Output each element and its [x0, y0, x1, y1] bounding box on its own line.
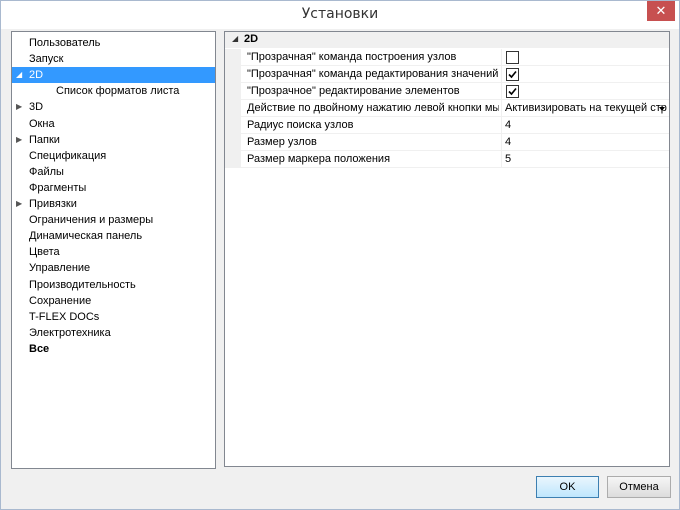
tree-item-label: Папки: [29, 133, 60, 146]
tree-item-label: Запуск: [29, 53, 64, 66]
tree-item[interactable]: ▶ Привязки: [12, 196, 215, 212]
column-divider[interactable]: [501, 134, 502, 151]
property-checkbox[interactable]: [506, 51, 519, 64]
property-row[interactable]: "Прозрачное" редактирование элементов: [225, 83, 669, 100]
tree-item[interactable]: Список форматов листа: [12, 83, 215, 99]
property-row[interactable]: Размер маркера положения 5: [225, 151, 669, 168]
tree-item-label: Файлы: [29, 165, 64, 178]
property-value-text: 4: [505, 119, 512, 131]
property-row[interactable]: Размер узлов 4: [225, 134, 669, 151]
tree-item[interactable]: Все: [12, 341, 215, 357]
property-name: "Прозрачная" команда построения узлов: [247, 51, 457, 63]
tree-item[interactable]: Окна: [12, 116, 215, 132]
tree-item[interactable]: Электротехника: [12, 325, 215, 341]
column-divider[interactable]: [501, 100, 502, 117]
settings-tree[interactable]: Пользователь Запуск ◢ 2D Список форматов лис…: [11, 31, 216, 469]
row-gutter: [225, 66, 241, 83]
property-value[interactable]: 4: [505, 135, 669, 150]
property-value-text: 4: [505, 136, 512, 148]
tree-item[interactable]: Пользователь: [12, 35, 215, 51]
cancel-button[interactable]: Отмена: [607, 476, 671, 498]
tree-item[interactable]: Динамическая панель: [12, 228, 215, 244]
title-bar: Установки ✕: [1, 1, 679, 29]
tree-item-label: Цвета: [29, 246, 60, 259]
close-icon: ✕: [655, 3, 667, 18]
tree-item-label: Управление: [29, 262, 91, 275]
column-divider[interactable]: [501, 49, 502, 66]
tree-item[interactable]: Производительность: [12, 277, 215, 293]
row-gutter: [225, 151, 241, 168]
tree-item[interactable]: Запуск: [12, 51, 215, 67]
tree-item[interactable]: Сохранение: [12, 293, 215, 309]
expanded-arrow-icon[interactable]: ◢: [16, 67, 26, 83]
expand-arrow-icon[interactable]: ▶: [16, 99, 26, 115]
dropdown-arrow-icon[interactable]: [659, 107, 665, 111]
property-row[interactable]: Радиус поиска узлов 4: [225, 117, 669, 134]
property-name: Действие по двойному нажатию левой кнопк…: [247, 102, 499, 114]
tree-item[interactable]: ◢ 2D: [12, 67, 215, 84]
property-value[interactable]: 4: [505, 118, 669, 133]
close-button[interactable]: ✕: [647, 1, 675, 21]
property-value-text: 5: [505, 153, 512, 165]
checkmark-icon: [508, 70, 517, 79]
property-dropdown[interactable]: Активизировать на текущей стра: [505, 101, 667, 116]
tree-item-label: Список форматов листа: [56, 85, 180, 98]
tree-item[interactable]: ▶ 3D: [12, 99, 215, 115]
tree-item-label: Привязки: [29, 198, 77, 210]
dialog-title: Установки: [301, 6, 379, 22]
column-divider[interactable]: [501, 117, 502, 134]
tree-item-label: T-FLEX DOCs: [29, 310, 100, 323]
tree-item[interactable]: Файлы: [12, 164, 215, 180]
section-header-2d[interactable]: ◢ 2D: [225, 32, 669, 48]
tree-item[interactable]: Спецификация: [12, 148, 215, 164]
ok-button[interactable]: OK: [536, 476, 599, 498]
property-row[interactable]: "Прозрачная" команда построения узлов: [225, 49, 669, 66]
checkmark-icon: [508, 87, 517, 96]
property-row[interactable]: "Прозрачная" команда редактирования знач…: [225, 66, 669, 83]
tree-item-label: 3D: [29, 101, 44, 114]
property-row[interactable]: Действие по двойному нажатию левой кнопк…: [225, 100, 669, 117]
tree-item[interactable]: Управление: [12, 260, 215, 276]
tree-item[interactable]: Цвета: [12, 244, 215, 260]
row-gutter: [225, 134, 241, 151]
property-value[interactable]: 5: [505, 152, 669, 167]
tree-item-label: Производительность: [29, 278, 136, 291]
property-name: "Прозрачная" команда редактирования знач…: [247, 68, 499, 80]
tree-item-label: Пользователь: [29, 37, 101, 49]
tree-item-label: Фрагменты: [29, 181, 87, 194]
row-gutter: [225, 100, 241, 117]
tree-item[interactable]: T-FLEX DOCs: [12, 309, 215, 325]
tree-item-label: Динамическая панель: [29, 230, 143, 243]
property-name: Радиус поиска узлов: [247, 119, 354, 131]
row-gutter: [225, 49, 241, 66]
column-divider[interactable]: [501, 66, 502, 83]
tree-item[interactable]: Ограничения и размеры: [12, 212, 215, 228]
section-title: 2D: [244, 33, 259, 45]
property-name: "Прозрачное" редактирование элементов: [247, 85, 460, 97]
tree-item-label: Электротехника: [29, 326, 111, 339]
column-divider[interactable]: [501, 83, 502, 100]
property-checkbox[interactable]: [506, 85, 519, 98]
properties-grid: ◢ 2D "Прозрачная" команда построения узл…: [224, 31, 670, 467]
collapse-icon[interactable]: ◢: [232, 34, 238, 43]
tree-item-label: Ограничения и размеры: [29, 214, 154, 227]
tree-item-label: Окна: [29, 117, 55, 130]
tree-item-label: 2D: [29, 69, 44, 82]
expand-arrow-icon[interactable]: ▶: [16, 196, 26, 212]
expand-arrow-icon[interactable]: ▶: [16, 132, 26, 148]
row-gutter: [225, 117, 241, 134]
tree-item[interactable]: Фрагменты: [12, 180, 215, 196]
property-value-text: Активизировать на текущей стра: [505, 102, 667, 114]
property-name: Размер маркера положения: [247, 153, 391, 165]
settings-dialog: Установки ✕ Пользователь Запуск ◢ 2D Список …: [0, 0, 680, 510]
column-divider[interactable]: [501, 151, 502, 168]
tree-item-label: Все: [29, 342, 50, 355]
tree-item-label: Спецификация: [29, 149, 107, 162]
tree-item[interactable]: ▶ Папки: [12, 132, 215, 148]
property-name: Размер узлов: [247, 136, 317, 148]
property-checkbox[interactable]: [506, 68, 519, 81]
tree-item-label: Сохранение: [29, 294, 92, 307]
row-gutter: [225, 83, 241, 100]
